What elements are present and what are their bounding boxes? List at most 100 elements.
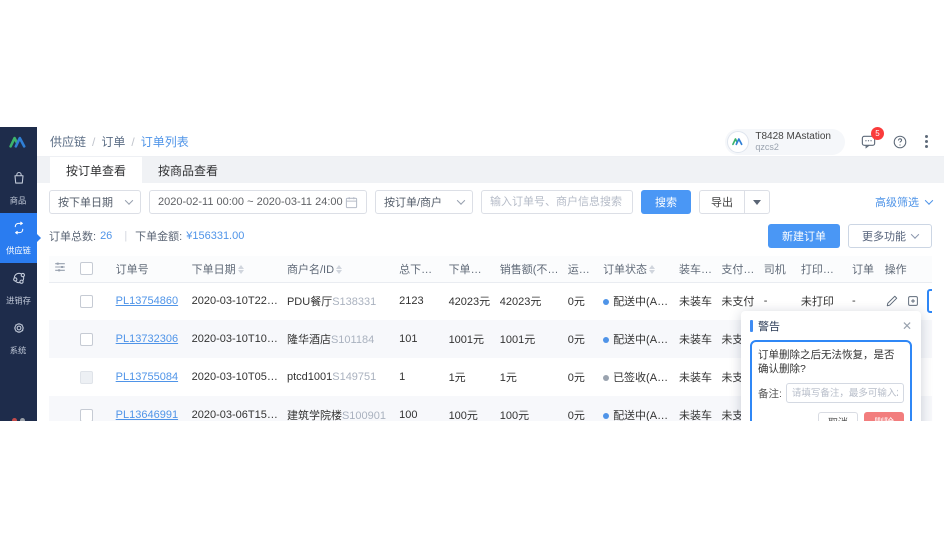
column-label: 支付状态 [721, 264, 759, 276]
order-link[interactable]: PL13755084 [116, 371, 178, 383]
sort-icon[interactable] [592, 265, 598, 274]
tab-by-product[interactable]: 按商品查看 [142, 157, 234, 183]
more-functions-button[interactable]: 更多功能 [848, 224, 932, 248]
export-button[interactable]: 导出 [700, 191, 744, 213]
column-label: 下单日期 [192, 264, 236, 276]
close-icon[interactable]: ✕ [902, 320, 912, 332]
row-checkbox[interactable] [80, 409, 93, 422]
sidebar-item-label: 系统 [10, 345, 27, 357]
order-no-cell: PL13646991 [112, 396, 188, 421]
caret-down-icon [753, 200, 761, 205]
cancel-button[interactable]: 取消 [818, 412, 858, 421]
note-label: 备注: [758, 386, 782, 401]
new-order-button[interactable]: 新建订单 [768, 224, 840, 248]
sort-icon[interactable] [336, 265, 342, 274]
column-label: 操作 [885, 264, 907, 276]
merchant-id: S100901 [342, 410, 386, 421]
order-no-cell: PL13754860 [112, 282, 188, 320]
sort-icon[interactable] [495, 265, 496, 274]
date-type-select[interactable]: 按下单日期 [49, 190, 141, 214]
topbar-right: T8428 MAstation qzcs2 5 [725, 129, 930, 155]
order-date-cell: 2020-03-10T05:00:00 [188, 358, 283, 396]
note-input[interactable] [786, 383, 904, 403]
status-dot-icon [603, 299, 609, 305]
sort-icon[interactable] [649, 265, 655, 274]
order-status-cell: 配送中(A-3-1) [599, 282, 675, 320]
table-header-row: 订单号下单日期商户名/ID总下单数下单金额销售额(不含税、运)运费订单状态装车状… [49, 256, 932, 282]
column-header: 销售额(不含税、运) [496, 256, 564, 282]
column-header[interactable]: 商户名/ID [283, 256, 395, 282]
column-header: 支付状态 [717, 256, 759, 282]
column-settings-icon[interactable] [49, 256, 76, 282]
topbar: 供应链 / 订单 / 订单列表 [37, 127, 944, 157]
breadcrumb-supply-chain[interactable]: 供应链 [50, 133, 86, 150]
row-settings-cell [49, 358, 76, 396]
more-menu-icon[interactable] [923, 133, 930, 150]
order-link[interactable]: PL13732306 [116, 333, 178, 345]
breadcrumb-orders[interactable]: 订单 [101, 133, 125, 150]
sales-cell: 1元 [496, 358, 564, 396]
column-label: 订单 [852, 264, 874, 276]
qty-cell: 100 [395, 396, 444, 421]
merchant-name: 建筑学院楼 [287, 410, 342, 421]
row-checkbox [80, 371, 93, 384]
column-label: 下单金额 [449, 264, 493, 276]
sidebar-item-goods[interactable]: 商品 [0, 163, 37, 213]
advanced-filter-link[interactable]: 高级筛选 [875, 194, 932, 210]
sales-cell: 1001元 [496, 320, 564, 358]
user-chip[interactable]: T8428 MAstation qzcs2 [725, 129, 845, 155]
search-button[interactable]: 搜索 [641, 190, 691, 214]
load-status-cell: 未装车 [675, 358, 717, 396]
order-amount-label: 下单金额: [135, 228, 182, 244]
load-status-cell: 未装车 [675, 282, 717, 320]
screenshot-canvas: 商品供应链进销存系统 供应链 / 订单 / 订单列表 [0, 0, 944, 544]
popup-highlight-annotation: 订单删除之后无法恢复，是否确认删除? 备注: 取消 删除 [750, 340, 912, 421]
help-icon[interactable]: ? [847, 266, 848, 277]
chevron-down-icon [457, 196, 465, 204]
calendar-icon [345, 196, 358, 209]
column-header[interactable]: 下单日期 [188, 256, 283, 282]
column-header[interactable]: 订单状态 [599, 256, 675, 282]
search-input[interactable] [481, 190, 633, 214]
order-link[interactable]: PL13754860 [116, 295, 178, 307]
row-checkbox[interactable] [80, 295, 93, 308]
date-range-input[interactable]: 2020-02-11 00:00 ~ 2020-03-11 24:00 [149, 190, 367, 214]
row-checkbox[interactable] [80, 333, 93, 346]
status-dot-icon [603, 413, 609, 419]
column-header: 操作 [881, 256, 932, 282]
qty-cell: 101 [395, 320, 444, 358]
sidebar-item-system[interactable]: 系统 [0, 313, 37, 363]
search-type-select[interactable]: 按订单/商户 [375, 190, 473, 214]
sidebar-item-supply-chain[interactable]: 供应链 [0, 213, 37, 263]
column-label: 商户名/ID [287, 264, 334, 276]
help-icon[interactable] [891, 133, 909, 151]
column-header[interactable]: 运费 [564, 256, 599, 282]
column-header[interactable]: 下单金额 [445, 256, 496, 282]
order-link[interactable]: PL13646991 [116, 409, 178, 421]
sort-icon[interactable] [238, 265, 244, 274]
copy-order-icon[interactable] [906, 293, 920, 309]
column-label: 装车状态 [679, 264, 717, 276]
popup-buttons: 取消 删除 [758, 412, 904, 421]
order-amount-value: ¥156331.00 [186, 230, 244, 242]
merchant-name: PDU餐厅 [287, 296, 332, 308]
filter-bar: 按下单日期 2020-02-11 00:00 ~ 2020-03-11 24:0… [49, 183, 932, 220]
edit-icon[interactable] [885, 293, 899, 309]
breadcrumb-order-list[interactable]: 订单列表 [141, 133, 189, 150]
sales-cell: 100元 [496, 396, 564, 421]
column-header: 打印状态? [797, 256, 848, 282]
export-dropdown-button[interactable] [744, 191, 769, 213]
user-name: T8428 MAstation [755, 131, 831, 142]
select-all-checkbox[interactable] [80, 262, 93, 275]
bag-icon [11, 170, 27, 191]
row-checkbox-cell [76, 282, 111, 320]
sidebar-item-inventory[interactable]: 进销存 [0, 263, 37, 313]
column-header: 订单 [848, 256, 881, 282]
delete-button[interactable]: 删除 [864, 412, 904, 421]
column-label: 打印状态 [801, 264, 845, 276]
tab-by-order[interactable]: 按订单查看 [50, 157, 142, 183]
sales-cell: 42023元 [496, 282, 564, 320]
sidebar-bottom-icon [0, 418, 37, 421]
message-icon[interactable]: 5 [859, 133, 877, 151]
column-header: 订单号 [112, 256, 188, 282]
